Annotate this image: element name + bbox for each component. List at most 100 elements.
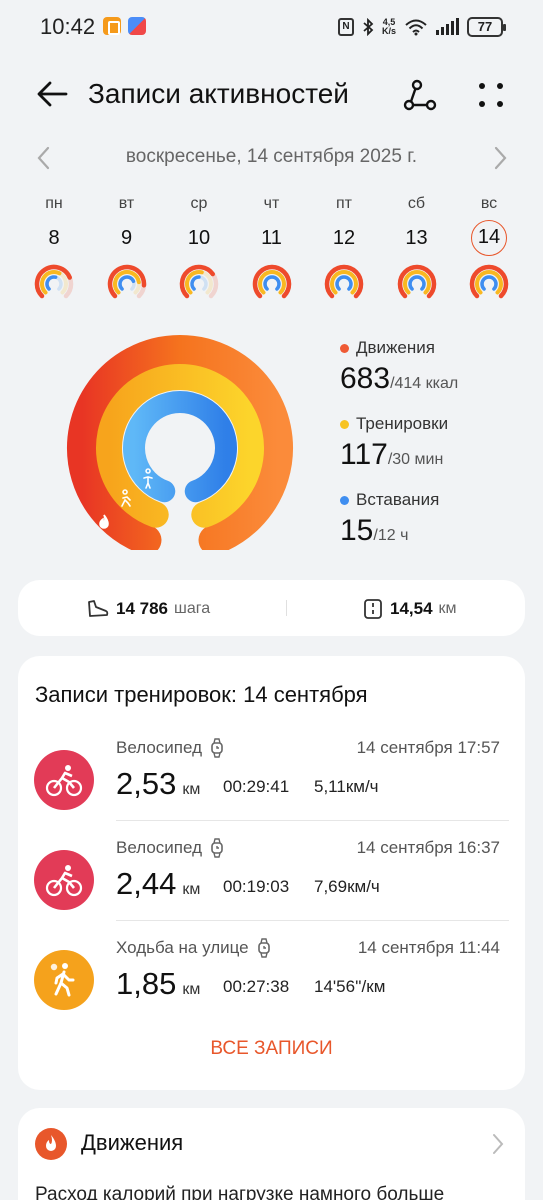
day-11[interactable]: чт 11 <box>236 192 308 302</box>
movement-card-description: Расход калорий при нагрузке намного боль… <box>35 1184 445 1200</box>
movement-value: 683 <box>340 362 391 395</box>
status-time: 10:42 <box>40 14 96 39</box>
bluetooth-icon <box>363 18 374 36</box>
movement-label: Движения <box>356 338 435 357</box>
workout-datetime: 14 сентября 16:37 <box>356 838 500 857</box>
standing-label: Вставания <box>356 490 440 509</box>
back-arrow-icon[interactable] <box>32 76 72 112</box>
all-records-button[interactable]: ВСЕ ЗАПИСИ <box>18 1038 525 1060</box>
workout-type: Ходьба на улице <box>116 938 249 957</box>
workout-speed: 14'56''/км <box>314 977 386 996</box>
next-day-chevron-icon[interactable] <box>490 144 510 172</box>
day-name: ср <box>190 195 208 212</box>
day-activity-ring-icon <box>179 264 219 299</box>
day-number: 8 <box>48 227 60 249</box>
week-strip: пн 8 вт 9 ср 10 чт 11 пт 12 сб 13 вс 14 <box>18 192 525 302</box>
shoe-icon <box>88 600 109 617</box>
date-navigator: воскресенье, 14 сентября 2025 г. <box>0 140 543 176</box>
day-activity-ring-icon <box>252 264 291 299</box>
status-bar: 10:42 N 4,5 K/s 77 <box>0 0 543 54</box>
battery-icon: 77 <box>467 17 506 37</box>
day-10[interactable]: ср 10 <box>163 192 235 302</box>
route-share-icon[interactable] <box>402 78 438 112</box>
day-activity-ring-icon <box>107 264 146 299</box>
workout-distance-unit: км <box>182 781 201 798</box>
row-divider <box>116 920 509 921</box>
selected-date[interactable]: воскресенье, 14 сентября 2025 г. <box>0 146 543 168</box>
network-speed: 4,5 K/s <box>381 17 396 36</box>
workout-type: Велосипед <box>116 738 202 757</box>
day-9[interactable]: вт 9 <box>91 192 163 302</box>
workout-datetime: 14 сентября 17:57 <box>356 738 500 757</box>
workouts-color-dot <box>340 419 349 429</box>
flame-icon <box>35 1128 67 1160</box>
workout-distance-unit: км <box>182 981 201 998</box>
workout-type: Велосипед <box>116 838 202 857</box>
wifi-icon <box>405 19 427 36</box>
workout-duration: 00:29:41 <box>223 777 290 796</box>
workout-name: Велосипед <box>116 838 224 858</box>
workout-record[interactable]: Велосипед 14 сентября 17:57 2,53 км 00:29:41… <box>18 726 525 826</box>
movement-card[interactable]: Движения Расход калорий при нагрузке нам… <box>18 1108 525 1200</box>
day-name: пн <box>45 195 63 212</box>
workout-records-card: Записи тренировок: 14 сентября Велосипед… <box>18 656 525 1090</box>
day-number: 10 <box>187 227 211 249</box>
movement-color-dot <box>340 343 349 353</box>
day-12[interactable]: пт 12 <box>308 192 380 302</box>
workout-duration: 00:27:38 <box>223 977 290 996</box>
row-divider <box>116 820 509 821</box>
steps-divider <box>286 600 287 616</box>
movement-goal: /414 ккал <box>390 375 459 392</box>
workout-records-title: Записи тренировок: 14 сентября <box>35 682 368 707</box>
workout-duration: 00:19:03 <box>223 877 290 896</box>
day-activity-ring-icon <box>34 264 74 299</box>
maps-notification-icon <box>128 17 146 35</box>
day-number: 14 <box>471 220 507 256</box>
more-options-icon[interactable] <box>474 78 508 112</box>
day-14[interactable]: вс 14 <box>453 192 525 302</box>
workout-distance-unit: км <box>182 881 201 898</box>
watch-icon <box>211 838 223 858</box>
watch-icon <box>211 738 223 758</box>
movement-card-title: Движения <box>81 1130 184 1155</box>
day-activity-ring-icon <box>397 264 436 299</box>
workouts-label: Тренировки <box>356 414 449 433</box>
day-number: 13 <box>405 227 428 249</box>
workout-speed: 5,11км/ч <box>314 777 379 796</box>
workouts-value: 117 <box>340 438 388 471</box>
day-activity-ring-icon <box>324 264 364 299</box>
signal-icon <box>436 18 459 35</box>
day-activity-ring-icon <box>469 264 509 299</box>
day-number: 9 <box>120 227 133 249</box>
workout-speed: 7,69км/ч <box>314 877 380 896</box>
workout-name: Велосипед <box>116 738 224 758</box>
day-number: 11 <box>261 227 282 249</box>
workout-name: Ходьба на улице <box>116 938 271 958</box>
steps-unit: шага <box>174 600 211 617</box>
watch-icon <box>257 938 270 958</box>
workouts-goal: /30 мин <box>387 451 444 468</box>
standing-value: 15 <box>340 514 374 547</box>
day-name: пт <box>336 195 352 212</box>
page-title: Записи активностей <box>88 78 349 109</box>
workout-distance: 2,53 <box>116 766 177 801</box>
steps-summary-card[interactable]: 14 786 шага 14,54 км <box>18 580 525 636</box>
day-name: сб <box>407 195 426 212</box>
standing-metric[interactable]: Вставания 15/12 ч <box>340 488 530 550</box>
workout-record[interactable]: Велосипед 14 сентября 16:37 2,44 км 00:19:03… <box>18 826 525 926</box>
distance-value: 14,54 <box>390 599 433 618</box>
standing-color-dot <box>340 495 349 505</box>
distance-unit: км <box>438 600 457 617</box>
workout-distance: 1,85 <box>116 966 177 1001</box>
notification-app-icon <box>103 17 121 35</box>
nfc-icon: N <box>337 18 354 36</box>
day-8[interactable]: пн 8 <box>18 192 90 302</box>
workouts-metric[interactable]: Тренировки 117/30 мин <box>340 412 530 474</box>
workout-record[interactable]: Ходьба на улице 14 сентября 11:44 1,85 км 00… <box>18 926 525 1026</box>
activity-metrics: Движения 683/414 ккал Тренировки 117/30 … <box>340 336 530 564</box>
workout-datetime: 14 сентября 11:44 <box>357 938 500 957</box>
day-13[interactable]: сб 13 <box>381 192 453 302</box>
chevron-right-icon[interactable] <box>491 1132 505 1156</box>
movement-metric[interactable]: Движения 683/414 ккал <box>340 336 530 398</box>
activity-rings <box>67 335 293 550</box>
